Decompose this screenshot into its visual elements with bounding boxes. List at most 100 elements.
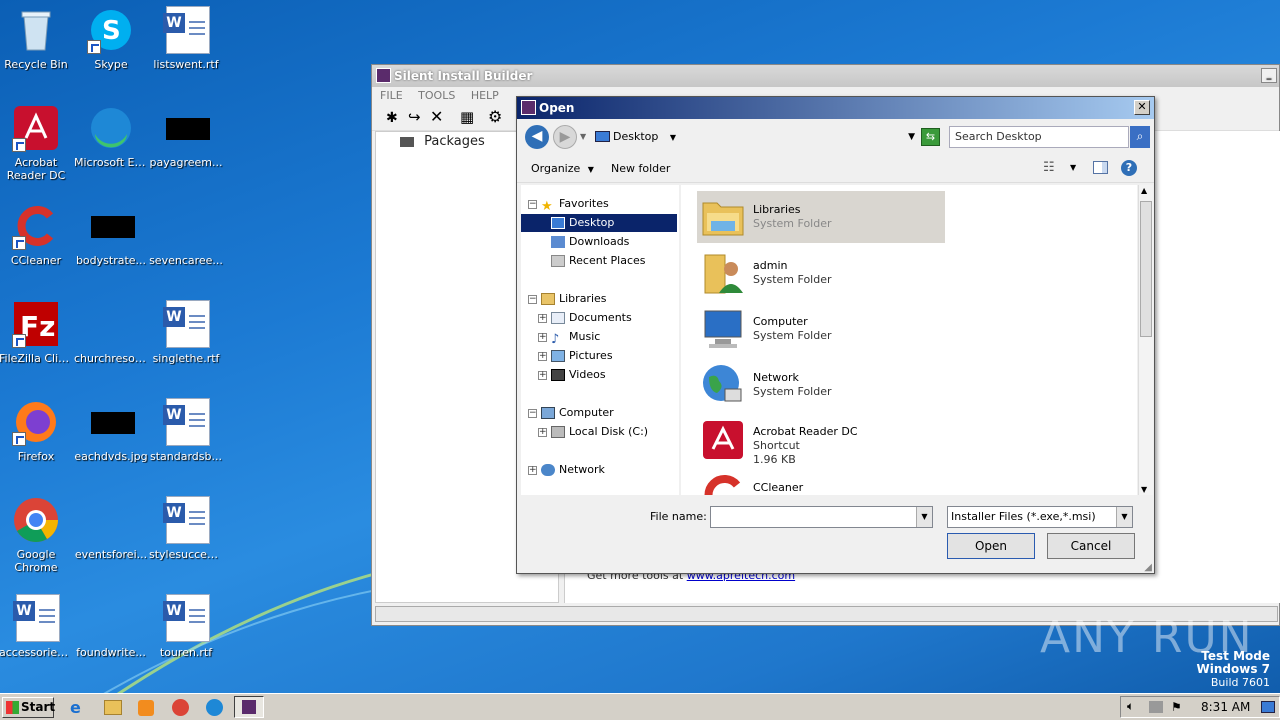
expand-documents-icon[interactable]: + bbox=[538, 314, 547, 323]
nav-libraries[interactable]: Libraries bbox=[541, 290, 607, 308]
desktop-icon-churchresor[interactable]: churchresor... bbox=[73, 294, 149, 384]
nav-pictures[interactable]: Pictures bbox=[551, 347, 613, 365]
scroll-thumb[interactable] bbox=[1140, 201, 1152, 337]
scroll-up-icon[interactable]: ▲ bbox=[1141, 186, 1147, 195]
menu-help[interactable]: HELP bbox=[471, 89, 499, 102]
window-titlebar[interactable]: Silent Install Builder _ bbox=[372, 65, 1279, 87]
collapse-computer-icon[interactable]: − bbox=[528, 409, 537, 418]
desktop-icon-standardsb[interactable]: W standardsb... bbox=[148, 392, 224, 482]
view-options-icon[interactable]: ☷ bbox=[1043, 160, 1055, 175]
search-button[interactable]: ⌕ bbox=[1130, 126, 1150, 148]
settings-icon[interactable]: ⚙ bbox=[488, 107, 502, 126]
menu-tools[interactable]: TOOLS bbox=[418, 89, 455, 102]
file-name-input[interactable]: ▼ bbox=[710, 506, 933, 528]
address-dropdown-icon[interactable]: ▼ bbox=[908, 126, 915, 148]
chrome-taskbar-icon[interactable] bbox=[172, 699, 189, 716]
clock[interactable]: 8:31 AM bbox=[1201, 700, 1250, 714]
silent-install-builder-taskbar-button[interactable] bbox=[234, 696, 264, 718]
minimize-button[interactable]: _ bbox=[1261, 68, 1277, 83]
organize-button[interactable]: Organize ▼ bbox=[531, 162, 594, 175]
flag-icon[interactable]: ⚑ bbox=[1171, 700, 1182, 714]
desktop-icon-edge[interactable]: Microsoft Edge bbox=[73, 98, 149, 188]
scroll-down-icon[interactable]: ▼ bbox=[1141, 485, 1147, 494]
desktop-icon-foundwrite[interactable]: foundwrite... bbox=[73, 588, 149, 678]
refresh-button[interactable]: ⇆ bbox=[921, 128, 940, 146]
desktop-icon-chrome[interactable]: Google Chrome bbox=[0, 490, 74, 580]
expand-videos-icon[interactable]: + bbox=[538, 371, 547, 380]
new-package-icon[interactable]: ✱ bbox=[386, 110, 398, 126]
open-button[interactable]: Open bbox=[947, 533, 1035, 559]
desktop-icon-stylesucces[interactable]: W stylesucces... bbox=[148, 490, 224, 580]
media-player-icon[interactable] bbox=[138, 700, 154, 716]
file-item-network[interactable]: Network System Folder bbox=[697, 359, 945, 411]
expand-local-disk-icon[interactable]: + bbox=[538, 428, 547, 437]
forward-button[interactable]: ▶ bbox=[553, 125, 577, 149]
menu-file[interactable]: FILE bbox=[380, 89, 403, 102]
resize-grip-icon[interactable]: ◢ bbox=[1144, 562, 1152, 573]
desktop-icon-ccleaner[interactable]: CCleaner bbox=[0, 196, 74, 286]
search-input[interactable]: Search Desktop bbox=[949, 126, 1129, 148]
ie-icon[interactable]: e bbox=[70, 698, 90, 718]
desktop-icon-eventsforei[interactable]: eventsforei... bbox=[73, 490, 149, 580]
help-icon[interactable]: ? bbox=[1121, 160, 1137, 176]
nav-desktop[interactable]: Desktop bbox=[521, 214, 677, 232]
desktop-icon-skype[interactable]: S Skype bbox=[73, 0, 149, 90]
file-name-dropdown-icon[interactable]: ▼ bbox=[916, 507, 932, 527]
nav-downloads[interactable]: Downloads bbox=[551, 233, 629, 251]
history-dropdown-icon[interactable]: ▼ bbox=[580, 132, 586, 141]
explorer-icon[interactable] bbox=[104, 700, 122, 715]
edge-taskbar-icon[interactable] bbox=[206, 699, 223, 716]
new-folder-button[interactable]: New folder bbox=[611, 162, 670, 175]
desktop-icon-eachdvds[interactable]: eachdvds.jpg bbox=[73, 392, 149, 482]
file-type-dropdown-icon[interactable]: ▼ bbox=[1116, 507, 1132, 527]
desktop-icon-singlethe[interactable]: W singlethe.rtf bbox=[148, 294, 224, 384]
nav-favorites[interactable]: ★ Favorites bbox=[541, 195, 609, 214]
redo-icon[interactable]: ↪ bbox=[408, 108, 421, 126]
collapse-libraries-icon[interactable]: − bbox=[528, 295, 537, 304]
nav-network[interactable]: Network bbox=[541, 461, 605, 479]
network-tray-icon[interactable] bbox=[1149, 701, 1163, 713]
desktop-icon-filezilla[interactable]: Fz FileZilla Client bbox=[0, 294, 74, 384]
dialog-gift-icon bbox=[521, 100, 536, 115]
expand-music-icon[interactable]: + bbox=[538, 333, 547, 342]
desktop-icon-listswent[interactable]: W listswent.rtf bbox=[148, 0, 224, 90]
start-button[interactable]: Start bbox=[2, 697, 55, 718]
volume-icon[interactable]: 🔈︎ bbox=[1127, 699, 1134, 714]
file-item-ccleaner[interactable]: CCleaner bbox=[697, 469, 945, 495]
desktop-icon-recycle-bin[interactable]: Recycle Bin bbox=[0, 0, 74, 90]
nav-documents[interactable]: Documents bbox=[551, 309, 632, 327]
close-button[interactable]: ✕ bbox=[1134, 100, 1150, 115]
file-item-libraries[interactable]: Libraries System Folder bbox=[697, 191, 945, 243]
nav-music[interactable]: ♪ Music bbox=[551, 328, 600, 347]
expand-network-icon[interactable]: + bbox=[528, 466, 537, 475]
file-list-scrollbar[interactable]: ▲ ▼ bbox=[1138, 185, 1153, 495]
cancel-button[interactable]: Cancel bbox=[1047, 533, 1135, 559]
packages-header[interactable]: Packages bbox=[400, 132, 485, 152]
file-type-select[interactable]: Installer Files (*.exe,*.msi) ▼ bbox=[947, 506, 1133, 528]
back-button[interactable]: ◀ bbox=[525, 125, 549, 149]
nav-computer[interactable]: Computer bbox=[541, 404, 614, 422]
file-item-admin[interactable]: admin System Folder bbox=[697, 247, 945, 299]
address-bar[interactable]: Desktop ▼ ▼ bbox=[593, 126, 915, 148]
file-type: System Folder bbox=[753, 217, 832, 230]
desktop-icon-bodystrate[interactable]: bodystrate... bbox=[73, 196, 149, 286]
desktop-icon-sevencaree[interactable]: sevencaree... bbox=[148, 196, 224, 286]
delete-icon[interactable]: ✕ bbox=[430, 107, 443, 126]
desktop-icon-firefox[interactable]: Firefox bbox=[0, 392, 74, 482]
build-icon[interactable]: ▦ bbox=[460, 108, 474, 126]
expand-pictures-icon[interactable]: + bbox=[538, 352, 547, 361]
desktop-icon-payagreem[interactable]: payagreem... bbox=[148, 98, 224, 188]
desktop-icon-acrobat[interactable]: Acrobat Reader DC bbox=[0, 98, 74, 188]
desktop-icon-accessories[interactable]: W accessories... bbox=[0, 588, 74, 678]
nav-local-disk[interactable]: Local Disk (C:) bbox=[551, 423, 648, 441]
preview-pane-icon[interactable] bbox=[1093, 161, 1108, 174]
view-dropdown-icon[interactable]: ▼ bbox=[1070, 163, 1076, 172]
show-desktop-icon[interactable] bbox=[1261, 701, 1275, 713]
collapse-favorites-icon[interactable]: − bbox=[528, 200, 537, 209]
file-item-computer[interactable]: Computer System Folder bbox=[697, 303, 945, 355]
nav-recent-places[interactable]: Recent Places bbox=[551, 252, 646, 270]
dialog-titlebar[interactable]: Open ✕ bbox=[517, 97, 1154, 119]
nav-videos[interactable]: Videos bbox=[551, 366, 606, 384]
desktop-icon-touren[interactable]: W touren.rtf bbox=[148, 588, 224, 678]
file-item-acrobat[interactable]: Acrobat Reader DC Shortcut 1.96 KB bbox=[697, 413, 945, 466]
